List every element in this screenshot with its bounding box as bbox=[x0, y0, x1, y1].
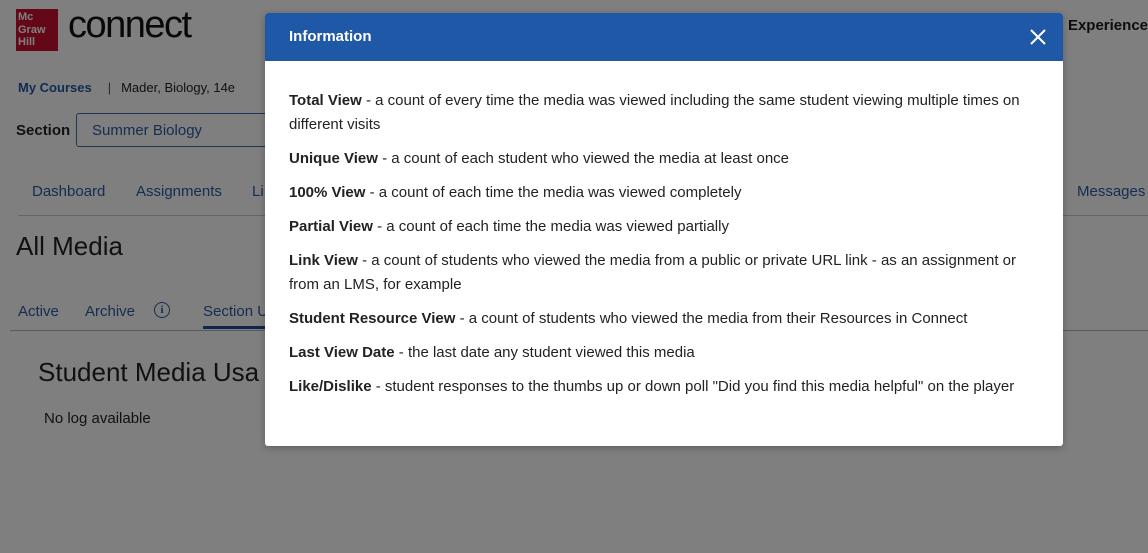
modal-header: Information bbox=[265, 13, 1063, 61]
definition-term: Unique View bbox=[289, 150, 378, 167]
definition-term: Last View Date bbox=[289, 344, 395, 361]
definition-term: Total View bbox=[289, 92, 362, 109]
definition-item: Total View - a count of every time the m… bbox=[289, 89, 1039, 137]
definition-item: Last View Date - the last date any stude… bbox=[289, 341, 1039, 365]
definition-item: Partial View - a count of each time the … bbox=[289, 215, 1039, 239]
close-icon bbox=[1030, 29, 1046, 45]
definition-desc: - a count of each time the media was vie… bbox=[372, 218, 729, 235]
definition-desc: - a count of each time the media was vie… bbox=[365, 184, 742, 201]
definition-desc: - a count of every time the media was vi… bbox=[289, 92, 1020, 133]
definition-term: Link View bbox=[289, 252, 358, 269]
definition-term: 100% View bbox=[289, 184, 366, 201]
definition-term: Partial View bbox=[289, 218, 373, 235]
definition-item: Student Resource View - a count of stude… bbox=[289, 307, 1039, 331]
definition-desc: - student responses to the thumbs up or … bbox=[371, 378, 1015, 395]
definition-term: Student Resource View bbox=[289, 310, 456, 327]
definition-item: Link View - a count of students who view… bbox=[289, 249, 1039, 297]
information-modal: Information Total View - a count of ever… bbox=[265, 13, 1063, 446]
definition-item: 100% View - a count of each time the med… bbox=[289, 181, 1039, 205]
definition-desc: - a count of each student who viewed the… bbox=[377, 150, 790, 167]
definition-term: Like/Dislike bbox=[289, 378, 372, 395]
definition-item: Like/Dislike - student responses to the … bbox=[289, 375, 1039, 399]
definition-desc: - a count of students who viewed the med… bbox=[289, 252, 1017, 293]
definition-desc: - a count of students who viewed the med… bbox=[455, 310, 968, 327]
close-button[interactable] bbox=[1027, 26, 1049, 48]
modal-body: Total View - a count of every time the m… bbox=[265, 61, 1063, 399]
definition-item: Unique View - a count of each student wh… bbox=[289, 147, 1039, 171]
definition-desc: - the last date any student viewed this … bbox=[394, 344, 695, 361]
modal-title: Information bbox=[289, 28, 372, 45]
